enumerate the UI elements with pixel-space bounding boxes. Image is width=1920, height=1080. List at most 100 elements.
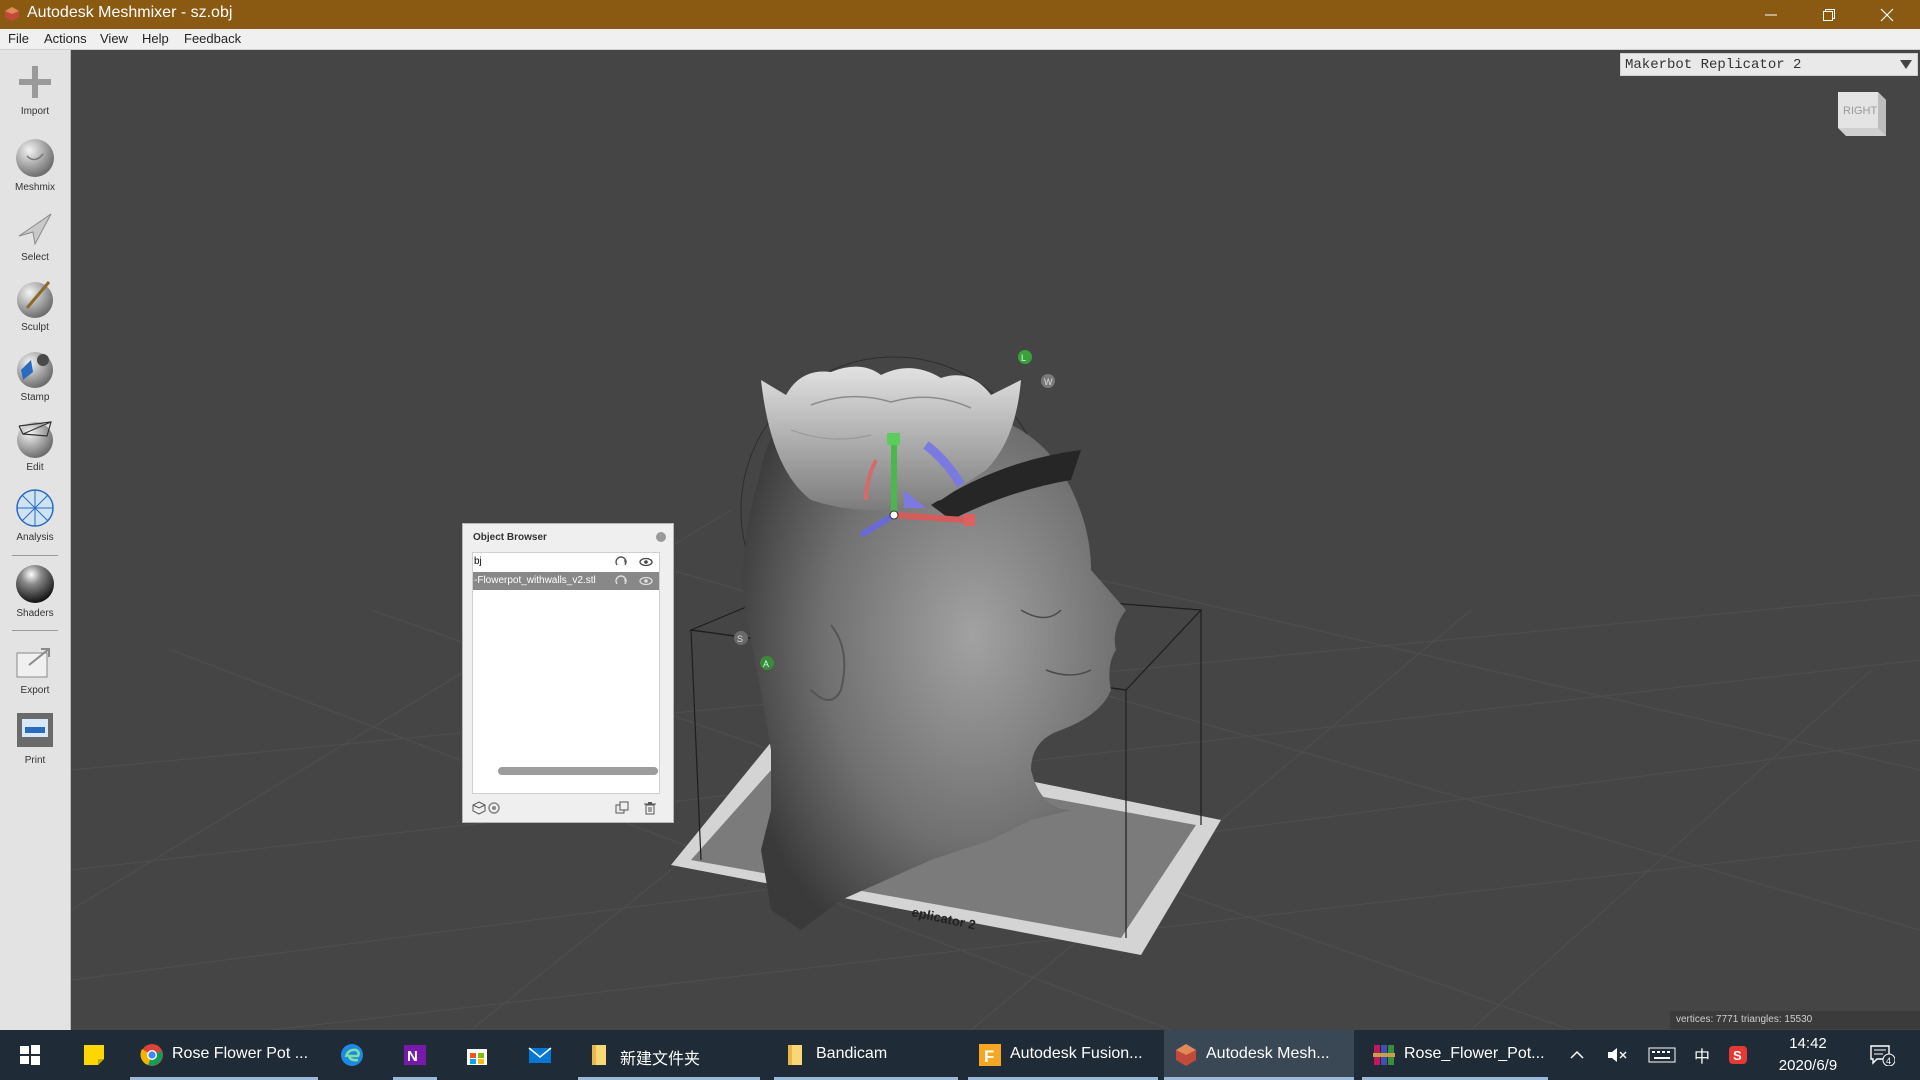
tool-meshmix[interactable]: Meshmix [0, 134, 70, 202]
stamp-icon [17, 352, 53, 388]
eye-icon[interactable] [639, 555, 653, 569]
window-title: Autodesk Meshmixer - sz.obj [27, 4, 233, 21]
tool-stamp[interactable]: Stamp [0, 344, 70, 412]
tray-keyboard[interactable] [1644, 1030, 1680, 1080]
tray-overflow-button[interactable] [1560, 1030, 1594, 1080]
svg-text:F: F [984, 1047, 994, 1066]
taskbar-meshmixer[interactable]: Autodesk Mesh... [1164, 1030, 1354, 1080]
tool-label-shaders: Shaders [16, 608, 54, 619]
view-cube[interactable]: RIGHT [1830, 78, 1894, 142]
close-icon[interactable] [656, 532, 666, 542]
tool-label-stamp: Stamp [20, 392, 50, 403]
gizmo-s-label: S [737, 634, 743, 644]
list-item[interactable]: bj [473, 553, 659, 571]
tool-export[interactable]: Export [0, 637, 70, 705]
volume-muted-icon [1608, 1048, 1627, 1062]
onenote-icon: N [404, 1045, 426, 1065]
gizmo-y-handle[interactable] [887, 433, 900, 445]
menu-bar: File Actions View Help Feedback [0, 29, 1920, 50]
printer-select[interactable]: Makerbot Replicator 2 [1620, 53, 1918, 76]
taskbar: Rose Flower Pot ... N 新建文件夹 Bandicam F A… [0, 1030, 1920, 1080]
analysis-icon [16, 489, 54, 527]
notification-count: 4 [1886, 1056, 1891, 1066]
shader-sphere-icon [16, 565, 54, 603]
tool-print[interactable]: Print [0, 707, 70, 775]
taskbar-label: 新建文件夹 [620, 1051, 701, 1068]
3d-viewport[interactable]: eplicator 2 L W S A [71, 50, 1920, 1030]
meshmix-ball-icon [16, 139, 54, 177]
menu-feedback[interactable]: Feedback [184, 31, 241, 46]
tool-import[interactable]: Import [0, 58, 70, 126]
object-browser-title: Object Browser [473, 532, 547, 543]
tool-label-meshmix: Meshmix [14, 182, 55, 193]
settings-icon[interactable] [487, 801, 501, 815]
cube-icon[interactable] [472, 801, 486, 815]
horizontal-scrollbar[interactable] [498, 767, 658, 775]
taskbar-label: Rose_Flower_Pot... [1404, 1045, 1545, 1062]
clock-time: 14:42 [1789, 1035, 1827, 1052]
folder-icon [788, 1045, 802, 1065]
gizmo-l-label: L [1021, 353, 1026, 363]
gizmo-a-label: A [763, 659, 769, 669]
windows-start-icon [20, 1045, 40, 1065]
meshmixer-icon [1176, 1044, 1196, 1066]
list-item[interactable]: -Flowerpot_withwalls_v2.stl [473, 572, 659, 590]
view-cube-face-label: RIGHT [1843, 105, 1878, 117]
select-arrow-icon [18, 213, 52, 246]
taskbar-label: Bandicam [816, 1045, 888, 1062]
printer-select-value: Makerbot Replicator 2 [1625, 57, 1802, 73]
taskbar-chrome[interactable]: Rose Flower Pot ... [130, 1030, 318, 1080]
menu-help[interactable]: Help [142, 31, 169, 46]
edit-icon [17, 421, 53, 458]
taskbar-folder-new[interactable]: 新建文件夹 [578, 1030, 760, 1080]
menu-view[interactable]: View [100, 31, 128, 46]
mail-icon [528, 1047, 552, 1063]
tool-label-export: Export [20, 685, 50, 696]
taskbar-sticky-notes[interactable] [72, 1030, 116, 1080]
menu-actions[interactable]: Actions [44, 31, 87, 46]
taskbar-fusion[interactable]: F Autodesk Fusion... [968, 1030, 1158, 1080]
restore-icon [1823, 8, 1835, 21]
folder-icon [592, 1045, 606, 1065]
toolbar-divider [12, 555, 58, 556]
mesh-stats: vertices: 7771 triangles: 15530 [1670, 1011, 1920, 1029]
tray-volume[interactable] [1600, 1030, 1634, 1080]
object-list: bj -Flowerpot_withwalls_v2.stl [472, 552, 660, 794]
tool-sculpt[interactable]: Sculpt [0, 274, 70, 342]
tray-ime[interactable]: 中 [1688, 1030, 1716, 1080]
tool-sidebar: Import Meshmix Select Sculpt Stamp Edit [0, 50, 71, 1030]
taskbar-winrar[interactable]: Rose_Flower_Pot... [1362, 1030, 1548, 1080]
action-center-button[interactable]: 4 [1862, 1030, 1902, 1080]
fusion-icon: F [979, 1044, 1001, 1066]
taskbar-edge[interactable] [330, 1030, 374, 1080]
lock-icon[interactable] [614, 574, 628, 588]
lock-icon[interactable] [614, 555, 628, 569]
title-bar: Autodesk Meshmixer - sz.obj [0, 0, 1920, 29]
taskbar-store[interactable] [455, 1030, 499, 1080]
object-name: -Flowerpot_withwalls_v2.stl [474, 575, 596, 586]
tool-edit[interactable]: Edit [0, 414, 70, 482]
tool-shaders[interactable]: Shaders [0, 560, 70, 628]
trash-icon[interactable] [643, 801, 657, 815]
close-button[interactable] [1858, 0, 1916, 29]
taskbar-mail[interactable] [518, 1030, 562, 1080]
system-clock[interactable]: 14:42 2020/6/9 [1758, 1033, 1858, 1077]
tool-analysis[interactable]: Analysis [0, 484, 70, 552]
menu-file[interactable]: File [8, 31, 29, 46]
taskbar-label: Rose Flower Pot ... [172, 1045, 309, 1062]
tool-select[interactable]: Select [0, 204, 70, 272]
taskbar-onenote[interactable]: N [393, 1030, 437, 1080]
duplicate-icon[interactable] [615, 801, 629, 815]
taskbar-bandicam[interactable]: Bandicam [774, 1030, 958, 1080]
start-button[interactable] [0, 1030, 58, 1080]
tool-label-select: Select [21, 252, 49, 263]
export-icon [16, 648, 50, 678]
tool-label-edit: Edit [26, 462, 44, 473]
minimize-button[interactable] [1742, 0, 1800, 29]
tray-sogou[interactable]: S [1724, 1030, 1752, 1080]
eye-icon[interactable] [639, 574, 653, 588]
gizmo-x-handle[interactable] [964, 514, 975, 526]
restore-button[interactable] [1800, 0, 1858, 29]
tool-label-import: Import [20, 106, 50, 117]
winrar-icon [1373, 1045, 1395, 1065]
